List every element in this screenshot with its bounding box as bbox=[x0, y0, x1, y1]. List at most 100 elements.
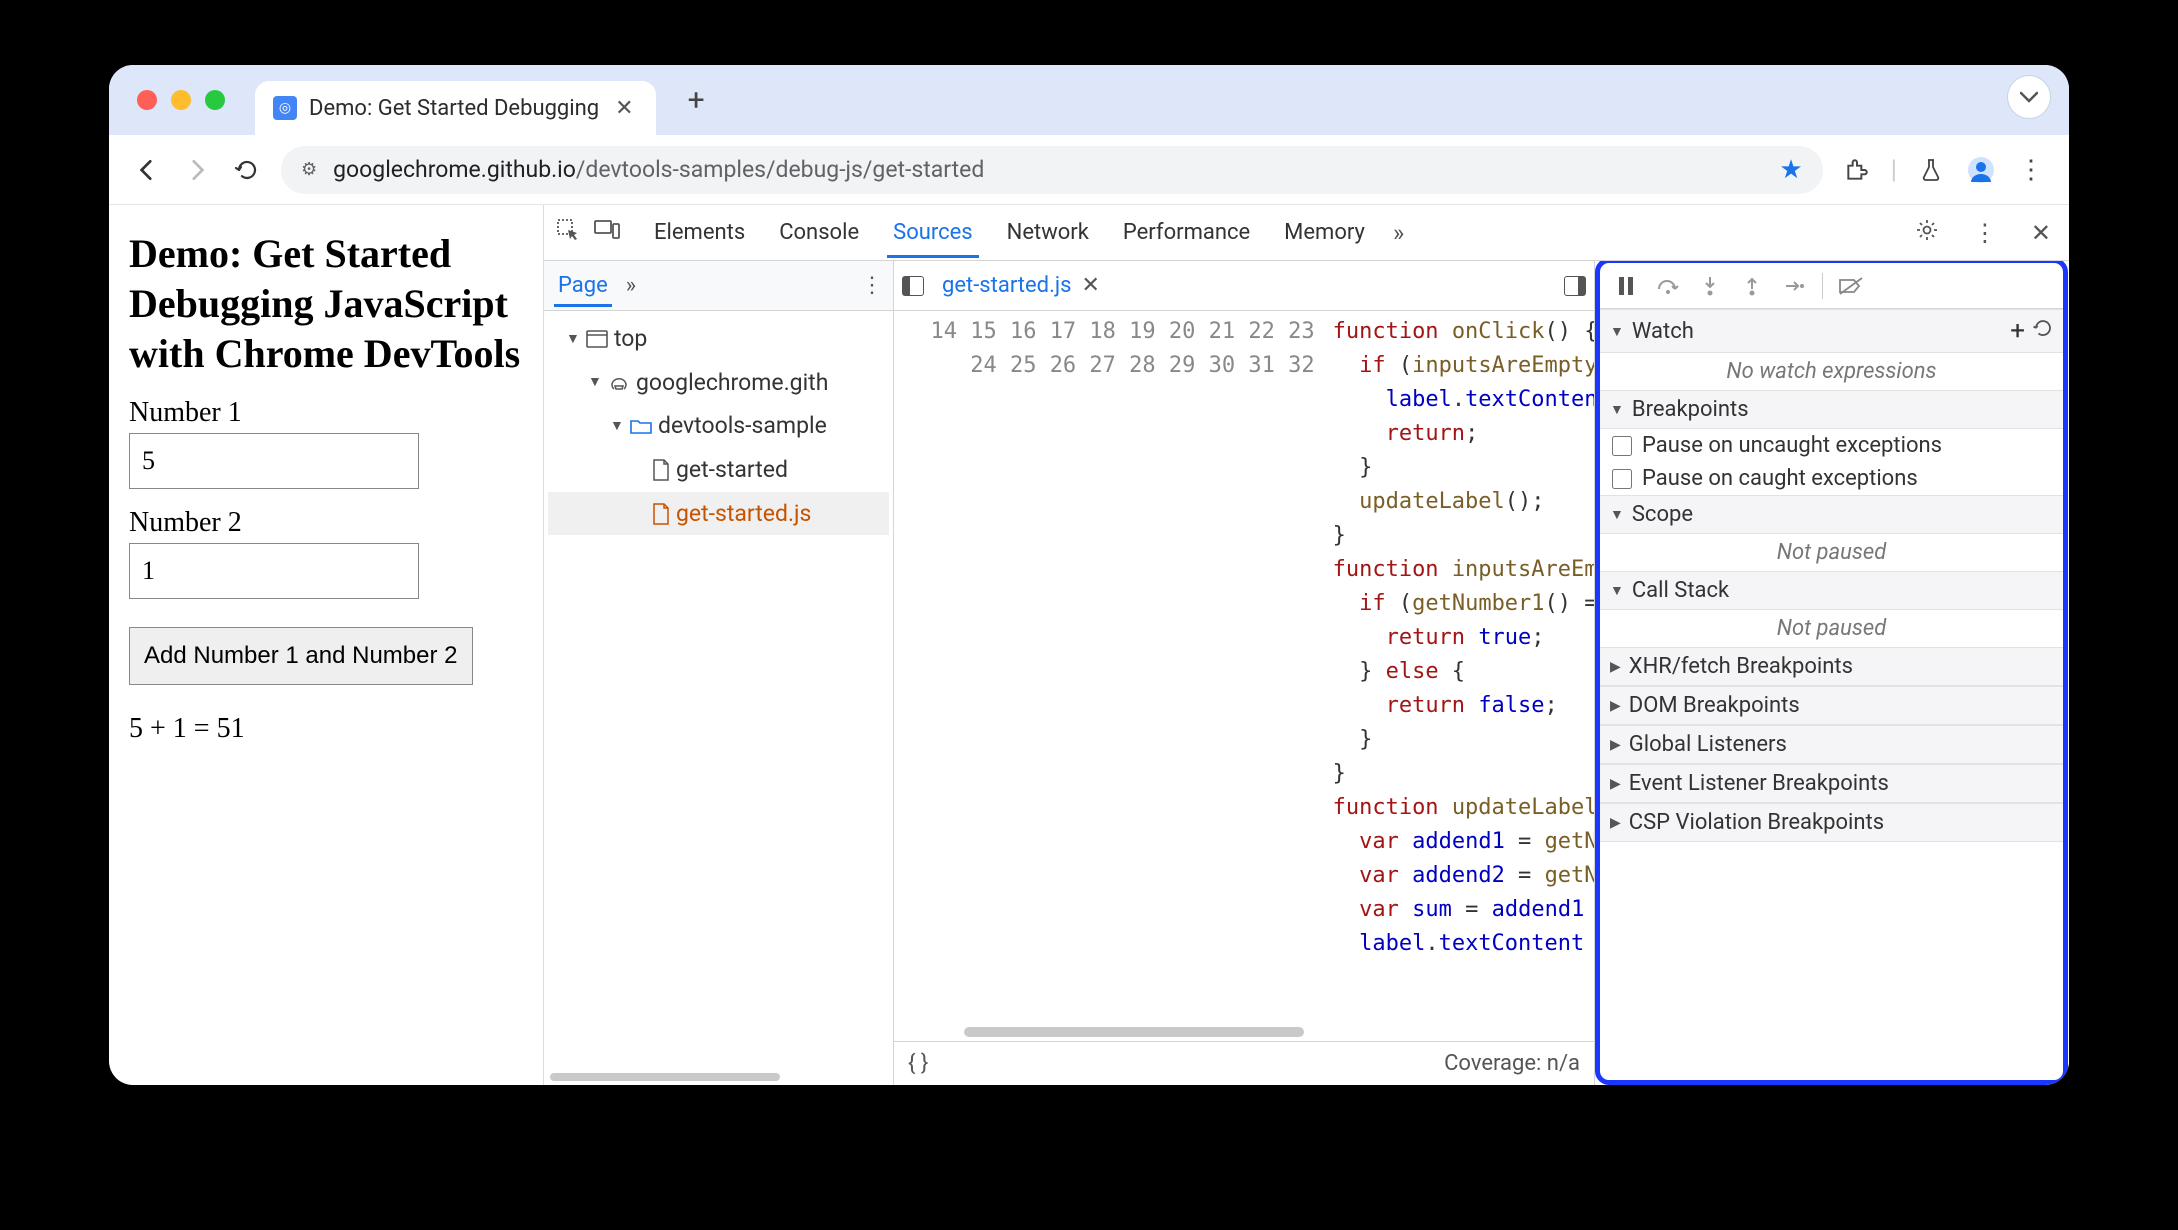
xhr-breakpoints-header[interactable]: ▶XHR/fetch Breakpoints bbox=[1600, 647, 2063, 686]
tree-top[interactable]: ▼ top bbox=[548, 317, 889, 361]
tree-html-file[interactable]: ▼ get-started bbox=[548, 448, 889, 492]
csp-breakpoints-header[interactable]: ▶CSP Violation Breakpoints bbox=[1600, 803, 2063, 842]
breakpoints-header[interactable]: ▼Breakpoints bbox=[1600, 390, 2063, 429]
devtools-body: Page » ⋮ ▼ top ▼ bbox=[544, 261, 2069, 1085]
window-controls bbox=[137, 90, 225, 110]
file-tree: ▼ top ▼ googlechrome.gith ▼ devto bbox=[544, 311, 893, 541]
tree-folder-label: devtools-sample bbox=[658, 404, 827, 448]
close-tab-icon[interactable]: ✕ bbox=[611, 92, 637, 125]
reload-button[interactable] bbox=[231, 154, 263, 186]
chrome-menu-icon[interactable]: ⋮ bbox=[2015, 155, 2047, 185]
tab-bar: ◎ Demo: Get Started Debugging ✕ + bbox=[109, 65, 2069, 135]
demo-page: Demo: Get Started Debugging JavaScript w… bbox=[109, 205, 544, 1085]
add-watch-icon[interactable]: + bbox=[2010, 316, 2025, 346]
global-listeners-header[interactable]: ▶Global Listeners bbox=[1600, 725, 2063, 764]
navigator-pane: Page » ⋮ ▼ top ▼ bbox=[544, 261, 894, 1085]
close-editor-tab-icon[interactable]: ✕ bbox=[1082, 273, 1100, 298]
nav-scrollbar[interactable] bbox=[544, 1069, 893, 1085]
deactivate-breakpoints-icon[interactable] bbox=[1837, 276, 1865, 296]
tree-folder[interactable]: ▼ devtools-sample bbox=[548, 404, 889, 448]
pause-caught-checkbox[interactable] bbox=[1612, 469, 1632, 489]
result-text: 5 + 1 = 51 bbox=[129, 713, 529, 745]
bookmark-star-icon[interactable]: ★ bbox=[1779, 155, 1802, 185]
tree-js-file[interactable]: ▼ get-started.js bbox=[548, 492, 889, 536]
dom-breakpoints-header[interactable]: ▶DOM Breakpoints bbox=[1600, 686, 2063, 725]
pretty-print-icon[interactable]: { } bbox=[908, 1051, 928, 1076]
tree-domain[interactable]: ▼ googlechrome.gith bbox=[548, 361, 889, 405]
minimize-window-icon[interactable] bbox=[171, 90, 191, 110]
new-tab-button[interactable]: + bbox=[674, 75, 719, 126]
step-icon[interactable] bbox=[1780, 277, 1808, 295]
url-input[interactable]: ⚙ googlechrome.github.io/devtools-sample… bbox=[281, 146, 1823, 194]
debugger-pane: ▼Watch + No watch expressions ▼Breakpoin… bbox=[1595, 261, 2068, 1085]
more-tabs-icon[interactable]: » bbox=[1393, 219, 1404, 247]
number1-input[interactable] bbox=[129, 433, 419, 489]
editor-footer: { } Coverage: n/a bbox=[894, 1041, 1594, 1085]
editor-pane: get-started.js ✕ 14 15 16 17 18 19 20 21… bbox=[894, 261, 1595, 1085]
step-into-icon[interactable] bbox=[1696, 275, 1724, 297]
nav-more-icon[interactable]: » bbox=[626, 273, 636, 298]
scope-empty: Not paused bbox=[1600, 534, 2063, 571]
tree-top-label: top bbox=[614, 317, 647, 361]
pause-uncaught-row[interactable]: Pause on uncaught exceptions bbox=[1600, 429, 2063, 462]
toggle-nav-icon[interactable] bbox=[902, 276, 924, 296]
content-area: Demo: Get Started Debugging JavaScript w… bbox=[109, 205, 2069, 1085]
close-window-icon[interactable] bbox=[137, 90, 157, 110]
source-code: function onClick() { if (inputsAreEmpty(… bbox=[1329, 311, 1594, 1027]
number2-label: Number 2 bbox=[129, 507, 529, 539]
event-listener-breakpoints-header[interactable]: ▶Event Listener Breakpoints bbox=[1600, 764, 2063, 803]
navigator-tabs: Page » ⋮ bbox=[544, 261, 893, 311]
watch-header[interactable]: ▼Watch + bbox=[1600, 309, 2063, 353]
experiments-flask-icon[interactable] bbox=[1915, 157, 1947, 183]
code-editor[interactable]: 14 15 16 17 18 19 20 21 22 23 24 25 26 2… bbox=[894, 311, 1594, 1027]
tab-network[interactable]: Network bbox=[1001, 208, 1095, 258]
tree-js-label: get-started.js bbox=[676, 492, 811, 536]
coverage-text: Coverage: n/a bbox=[1444, 1051, 1580, 1076]
tab-sources[interactable]: Sources bbox=[887, 208, 979, 258]
maximize-window-icon[interactable] bbox=[205, 90, 225, 110]
tabs-dropdown-button[interactable] bbox=[2007, 75, 2051, 119]
browser-tab[interactable]: ◎ Demo: Get Started Debugging ✕ bbox=[255, 81, 656, 135]
nav-tab-page[interactable]: Page bbox=[554, 265, 612, 307]
tree-domain-label: googlechrome.gith bbox=[636, 361, 828, 405]
url-path: /devtools-samples/debug-js/get-started bbox=[576, 156, 984, 183]
tab-elements[interactable]: Elements bbox=[648, 208, 751, 258]
editor-tabs: get-started.js ✕ bbox=[894, 261, 1594, 311]
editor-scrollbar[interactable] bbox=[894, 1027, 1594, 1041]
number2-input[interactable] bbox=[129, 543, 419, 599]
debugger-toolbar bbox=[1600, 263, 2063, 309]
watch-empty: No watch expressions bbox=[1600, 353, 2063, 390]
tab-console[interactable]: Console bbox=[773, 208, 865, 258]
step-over-icon[interactable] bbox=[1654, 276, 1682, 296]
inspect-icon[interactable] bbox=[556, 218, 580, 248]
editor-tab-getstarted[interactable]: get-started.js ✕ bbox=[936, 265, 1106, 306]
site-info-icon[interactable]: ⚙ bbox=[301, 159, 317, 180]
devtools-menu-icon[interactable]: ⋮ bbox=[1967, 215, 2003, 251]
callstack-empty: Not paused bbox=[1600, 610, 2063, 647]
tab-title: Demo: Get Started Debugging bbox=[309, 96, 599, 121]
url-domain: googlechrome.github.io bbox=[333, 156, 576, 183]
browser-window: ◎ Demo: Get Started Debugging ✕ + ⚙ goog… bbox=[109, 65, 2069, 1085]
refresh-watch-icon[interactable] bbox=[2033, 318, 2053, 344]
scope-header[interactable]: ▼Scope bbox=[1600, 495, 2063, 534]
device-toggle-icon[interactable] bbox=[594, 218, 620, 248]
nav-menu-icon[interactable]: ⋮ bbox=[861, 273, 883, 298]
add-button[interactable]: Add Number 1 and Number 2 bbox=[129, 627, 473, 685]
profile-icon[interactable] bbox=[1965, 156, 1997, 184]
forward-button[interactable] bbox=[181, 154, 213, 186]
favicon-icon: ◎ bbox=[273, 96, 297, 120]
tab-memory[interactable]: Memory bbox=[1278, 208, 1371, 258]
callstack-header[interactable]: ▼Call Stack bbox=[1600, 571, 2063, 610]
back-button[interactable] bbox=[131, 154, 163, 186]
pause-icon[interactable] bbox=[1612, 276, 1640, 296]
step-out-icon[interactable] bbox=[1738, 275, 1766, 297]
tab-performance[interactable]: Performance bbox=[1117, 208, 1256, 258]
toggle-debugger-icon[interactable] bbox=[1564, 276, 1586, 296]
close-devtools-icon[interactable]: ✕ bbox=[2025, 215, 2057, 251]
settings-gear-icon[interactable] bbox=[1909, 214, 1945, 252]
pause-uncaught-checkbox[interactable] bbox=[1612, 436, 1632, 456]
number1-label: Number 1 bbox=[129, 397, 529, 429]
tree-html-label: get-started bbox=[676, 448, 788, 492]
extensions-icon[interactable] bbox=[1841, 157, 1873, 183]
pause-caught-row[interactable]: Pause on caught exceptions bbox=[1600, 462, 2063, 495]
